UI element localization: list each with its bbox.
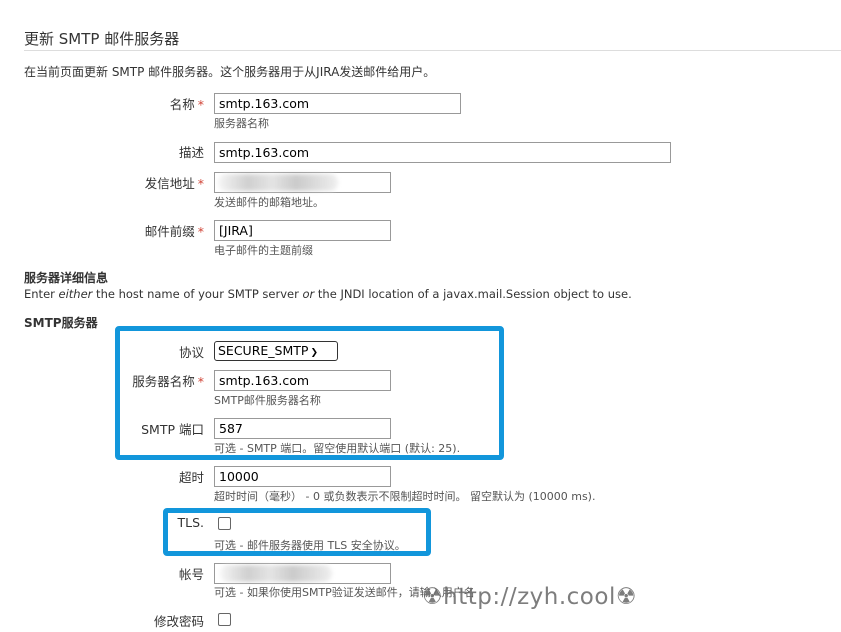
tls-hint: 可选 - 邮件服务器使用 TLS 安全协议。 [214,539,406,552]
protocol-select[interactable]: SECURE_SMTP ❯ [214,341,338,361]
prefix-hint: 电子邮件的主题前缀 [214,244,313,257]
port-label: SMTP 端口 [141,422,204,437]
hostname-label: 服务器名称 * [132,374,204,389]
redacted-blur [220,565,332,582]
redacted-blur [218,174,338,191]
hostname-hint: SMTP邮件服务器名称 [214,394,321,407]
title-divider [24,50,841,51]
name-input[interactable]: smtp.163.com [214,93,461,114]
server-details-description: Enter either the host name of your SMTP … [24,287,632,301]
from-address-label: 发信地址 * [144,176,204,191]
timeout-input[interactable]: 10000 [214,466,391,487]
change-password-checkbox[interactable] [218,613,231,626]
description-input[interactable]: smtp.163.com [214,142,671,163]
tls-label: TLS. [177,515,204,530]
change-password-label: 修改密码 [153,614,204,629]
username-label: 帐号 [178,567,204,582]
port-input[interactable]: 587 [214,418,391,439]
prefix-input[interactable]: [JIRA] [214,220,391,241]
chevron-down-icon: ❯ [310,348,318,358]
required-marker: * [197,97,204,112]
hostname-input[interactable]: smtp.163.com [214,370,391,391]
intro-text: 在当前页面更新 SMTP 邮件服务器。这个服务器用于从JIRA发送邮件给用户。 [24,65,436,79]
server-details-heading: 服务器详细信息 [24,271,109,285]
tls-checkbox[interactable] [218,517,231,530]
watermark: ☢http://zyh.cool☢ [422,584,637,610]
smtp-server-heading: SMTP服务器 [24,316,98,330]
prefix-label: 邮件前缀 * [144,224,204,239]
port-hint: 可选 - SMTP 端口。留空使用默认端口 (默认: 25). [214,442,461,455]
name-hint: 服务器名称 [214,117,269,130]
page-title: 更新 SMTP 邮件服务器 [24,30,180,48]
protocol-label: 协议 [178,345,204,360]
description-label: 描述 [178,145,204,160]
from-address-hint: 发送邮件的邮箱地址。 [214,196,324,209]
timeout-hint: 超时时间（毫秒） - 0 或负数表示不限制超时时间。 留空默认为 (10000 … [214,490,596,503]
name-label: 名称 * [169,97,204,112]
timeout-label: 超时 [178,470,204,485]
